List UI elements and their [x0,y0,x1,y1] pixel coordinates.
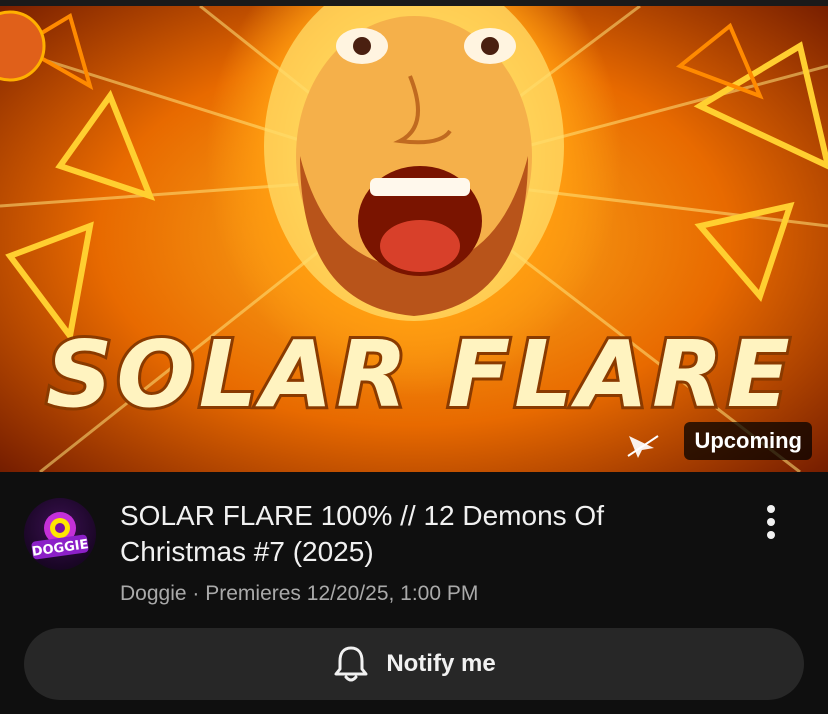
thumbnail-overlay-title: SOLAR FLARE [46,324,794,424]
video-info: DOGGIE SOLAR FLARE 100% // 12 Demons Of … [0,472,828,714]
bell-icon [334,646,368,682]
more-vert-icon [756,505,786,539]
channel-avatar[interactable]: DOGGIE [24,498,96,570]
upcoming-badge: Upcoming [684,422,812,460]
thumbnail-title-art: SOLAR FLARE [43,324,794,424]
avatar-logo-icon: DOGGIE [31,512,89,560]
video-title[interactable]: SOLAR FLARE 100% // 12 Demons Of Christm… [120,498,720,570]
meta-separator: · [186,582,206,605]
notify-me-button[interactable]: Notify me [24,628,804,700]
premiere-time: Premieres 12/20/25, 1:00 PM [205,582,479,605]
cast-icon[interactable] [626,430,660,460]
avatar-text: DOGGIE [31,537,89,560]
video-meta: Doggie · Premieres 12/20/25, 1:00 PM [120,582,478,606]
notify-label: Notify me [386,650,496,677]
video-thumbnail[interactable]: SOLAR FLARE Upcoming [0,6,828,472]
more-options-button[interactable] [756,502,786,542]
channel-name[interactable]: Doggie [120,582,187,605]
